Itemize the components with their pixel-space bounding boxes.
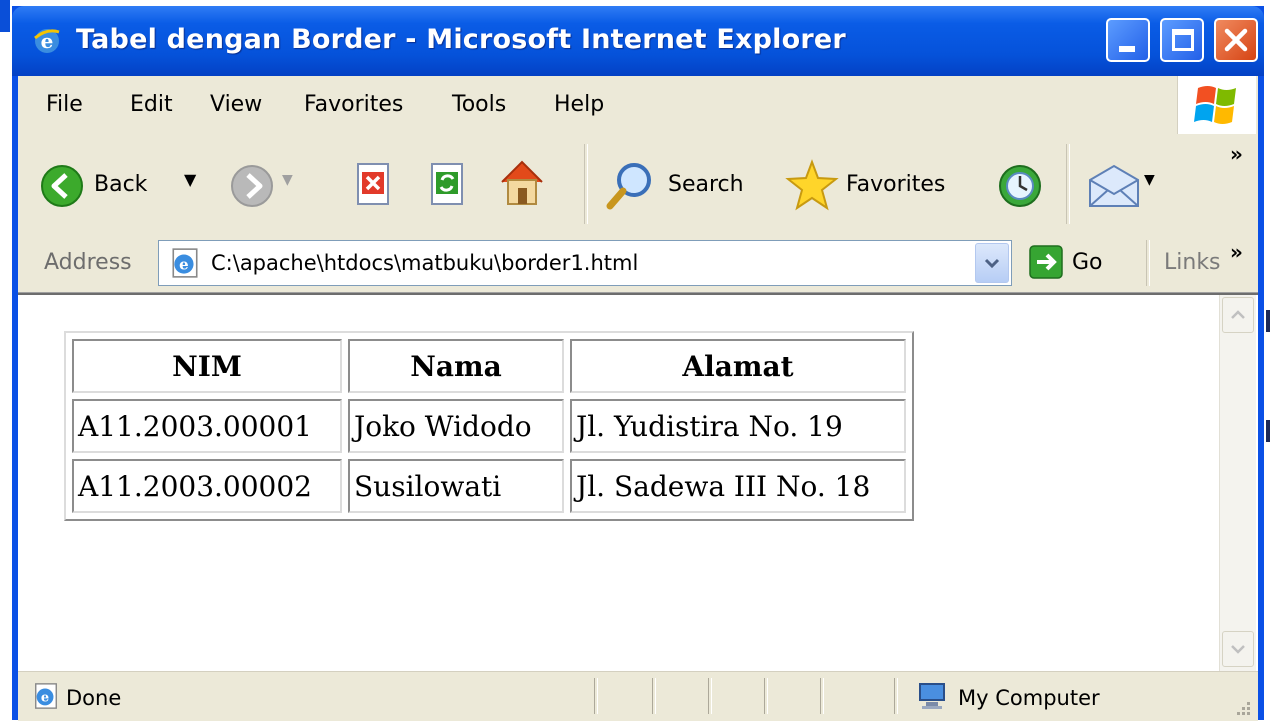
status-separator xyxy=(708,678,712,714)
menu-view[interactable]: View xyxy=(210,92,262,117)
maximize-icon xyxy=(1172,29,1194,51)
mail-dropdown-icon[interactable]: ▼ xyxy=(1144,172,1155,188)
svg-text:e: e xyxy=(41,691,49,706)
page-icon: e xyxy=(172,248,198,278)
security-zone: My Computer xyxy=(958,686,1100,710)
address-input[interactable]: C:\apache\htdocs\matbuku\border1.html xyxy=(211,251,638,275)
forward-dropdown-icon[interactable]: ▼ xyxy=(282,172,293,188)
favorites-button[interactable]: Favorites xyxy=(846,172,945,197)
mail-icon[interactable] xyxy=(1086,162,1142,210)
status-separator xyxy=(594,678,598,714)
close-icon xyxy=(1224,28,1248,52)
table-row: A11.2003.00001 Joko Widodo Jl. Yudistira… xyxy=(72,399,906,453)
toolbar-separator xyxy=(1066,144,1070,224)
back-arrow-icon[interactable] xyxy=(40,164,84,208)
home-icon[interactable] xyxy=(496,156,548,212)
table-cell-nama: Susilowati xyxy=(348,459,564,513)
address-label: Address xyxy=(44,250,132,275)
refresh-icon[interactable] xyxy=(428,162,468,210)
chevron-down-icon xyxy=(984,258,1000,269)
vertical-scrollbar[interactable] xyxy=(1219,295,1256,671)
favorites-star-icon[interactable] xyxy=(784,158,840,214)
status-separator xyxy=(764,678,768,714)
status-text: Done xyxy=(66,686,122,710)
links-button[interactable]: Links xyxy=(1164,250,1221,275)
minimize-button[interactable] xyxy=(1106,18,1150,62)
search-icon[interactable] xyxy=(602,158,658,214)
status-separator xyxy=(652,678,656,714)
table-row: A11.2003.00002 Susilowati Jl. Sadewa III… xyxy=(72,459,906,513)
maximize-button[interactable] xyxy=(1160,18,1204,62)
back-dropdown-icon[interactable]: ▼ xyxy=(184,170,196,189)
menu-edit[interactable]: Edit xyxy=(130,92,173,117)
ie-icon: e xyxy=(34,29,60,53)
address-dropdown-button[interactable] xyxy=(975,243,1009,283)
minimize-icon xyxy=(1119,46,1135,52)
links-overflow-chevron[interactable]: » xyxy=(1230,240,1243,264)
page-done-icon: e xyxy=(35,683,57,709)
table-cell-alamat: Jl. Yudistira No. 19 xyxy=(570,399,906,453)
window-title: Tabel dengan Border - Microsoft Internet… xyxy=(76,24,846,55)
data-table: NIM Nama Alamat A11.2003.00001 Joko Wido… xyxy=(64,331,914,521)
windows-logo xyxy=(1177,76,1256,134)
close-button[interactable] xyxy=(1214,18,1258,62)
stop-icon[interactable] xyxy=(354,162,394,210)
my-computer-icon xyxy=(919,683,945,709)
column-header-nama: Nama xyxy=(348,339,564,393)
menu-favorites[interactable]: Favorites xyxy=(304,92,403,117)
page-content: NIM Nama Alamat A11.2003.00001 Joko Wido… xyxy=(18,293,1258,671)
chevron-down-icon xyxy=(1231,645,1245,654)
table-cell-nama: Joko Widodo xyxy=(348,399,564,453)
menu-file[interactable]: File xyxy=(46,92,83,117)
go-arrow-icon[interactable] xyxy=(1028,244,1064,280)
status-bar: e Done My Computer xyxy=(18,671,1258,721)
standard-toolbar: Back ▼ ▼ Search Favorites ▼ » xyxy=(18,134,1258,235)
table-header-row: NIM Nama Alamat xyxy=(72,339,906,393)
chevron-up-icon xyxy=(1231,310,1245,319)
menu-tools[interactable]: Tools xyxy=(452,92,506,117)
svg-text:e: e xyxy=(179,255,189,273)
status-separator xyxy=(894,678,898,714)
column-header-nim: NIM xyxy=(72,339,342,393)
resize-grip-icon[interactable] xyxy=(1232,697,1252,717)
address-field[interactable]: e C:\apache\htdocs\matbuku\border1.html xyxy=(158,240,1012,286)
history-icon[interactable] xyxy=(996,162,1044,210)
go-button[interactable]: Go xyxy=(1072,250,1103,275)
windows-flag-icon xyxy=(1194,86,1236,124)
menu-bar: File Edit View Favorites Tools Help xyxy=(18,76,1258,135)
table-cell-nim: A11.2003.00001 xyxy=(72,399,342,453)
scroll-up-button[interactable] xyxy=(1222,297,1254,333)
ie-window: e Tabel dengan Border - Microsoft Intern… xyxy=(12,6,1264,721)
status-separator xyxy=(820,678,824,714)
back-button[interactable]: Back xyxy=(94,172,147,197)
address-bar: Address e C:\apache\htdocs\matbuku\borde… xyxy=(18,234,1258,293)
table-cell-nim: A11.2003.00002 xyxy=(72,459,342,513)
column-header-alamat: Alamat xyxy=(570,339,906,393)
title-bar[interactable]: e Tabel dengan Border - Microsoft Intern… xyxy=(12,6,1264,76)
toolbar-separator xyxy=(584,144,588,224)
table-cell-alamat: Jl. Sadewa III No. 18 xyxy=(570,459,906,513)
forward-arrow-icon[interactable] xyxy=(230,164,274,208)
toolbar-separator xyxy=(1146,240,1150,286)
scroll-down-button[interactable] xyxy=(1222,631,1254,667)
toolbar-overflow-chevron[interactable]: » xyxy=(1230,142,1243,166)
menu-help[interactable]: Help xyxy=(554,92,604,117)
search-button[interactable]: Search xyxy=(668,172,744,197)
